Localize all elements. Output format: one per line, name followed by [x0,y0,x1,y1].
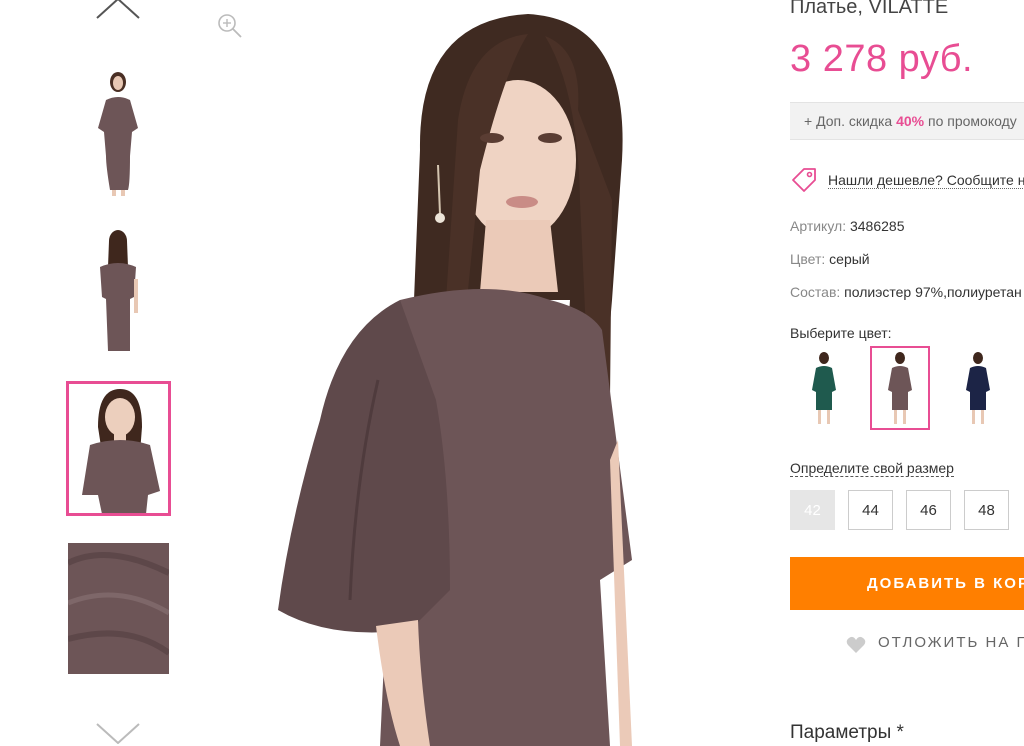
add-to-cart-button[interactable]: ДОБАВИТЬ В КОРЗИНУ [790,557,1024,610]
color-select-label: Выберите цвет: [790,325,892,341]
size-option-44[interactable]: 44 [848,490,893,530]
save-for-later-label: ОТЛОЖИТЬ НА ПОТОМ [878,634,1024,651]
composition-label: Состав: [790,284,841,300]
size-guide-link[interactable]: Определите свой размер [790,460,954,477]
color-option-navy[interactable] [948,346,1008,430]
thumbnail-fabric[interactable] [68,543,169,674]
chevron-down-icon [96,723,140,744]
chevron-up-icon [96,0,140,19]
thumbnail-back[interactable] [68,225,169,356]
size-option-42[interactable]: 42 [790,490,835,530]
thumbnails-up-arrow[interactable] [96,0,140,20]
color-value: серый [829,251,870,267]
thumbnail-front[interactable] [68,66,169,197]
promo-prefix: + Доп. скидка [804,113,897,129]
product-title: Платье, VILATTE [790,0,949,18]
promo-percent: 40% [896,113,925,129]
article-label: Артикул: [790,218,847,234]
article-value: 3486285 [849,218,905,234]
color-option-mauve-selected[interactable] [870,346,930,430]
promo-discount-banner: + Доп. скидка 40% по промокоду [790,102,1024,140]
zoom-in-icon[interactable] [216,12,244,40]
size-option-46[interactable]: 46 [906,490,951,530]
product-details-panel: Платье, VILATTE 3 278 руб. + Доп. скидка… [790,0,1024,746]
thumbnails-down-arrow[interactable] [96,722,140,744]
thumbnail-closeup-selected[interactable] [66,381,171,516]
found-cheaper-text[interactable]: Нашли дешевле? Сообщите нам [828,172,1024,189]
parameters-heading: Параметры * [790,722,904,743]
heart-icon [846,636,866,653]
size-option-48[interactable]: 48 [964,490,1009,530]
promo-suffix: по промокоду [924,113,1017,129]
composition-row: Состав: полиэстер 97%,полиуретан 3% [790,284,1024,300]
price-tag-icon [792,168,816,192]
composition-value: полиэстер 97%,полиуретан 3% [844,284,1024,300]
color-row: Цвет: серый [790,251,870,267]
main-product-image[interactable] [260,0,780,746]
product-price: 3 278 руб. [790,38,974,80]
color-label: Цвет: [790,251,826,267]
color-option-green[interactable] [794,346,854,430]
article-row: Артикул: 3486285 [790,218,905,234]
